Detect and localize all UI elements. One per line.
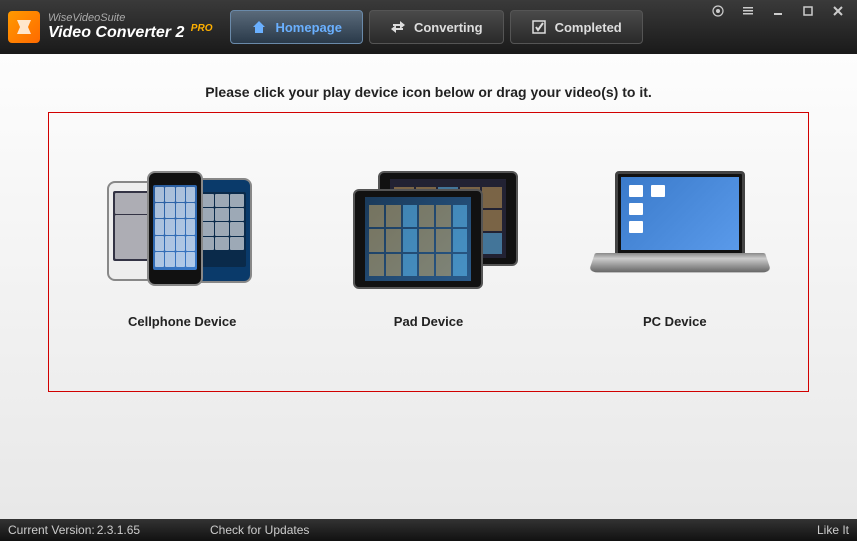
maximize-button[interactable] (795, 2, 821, 20)
device-cellphone-label: Cellphone Device (128, 314, 236, 329)
cellphone-icon (102, 166, 262, 296)
device-cellphone[interactable]: Cellphone Device (82, 166, 282, 329)
app-logo-block: WiseVideoSuite Video Converter 2 PRO (8, 11, 210, 43)
main-panel: Please click your play device icon below… (0, 54, 857, 519)
device-pc-label: PC Device (643, 314, 707, 329)
pad-icon (348, 166, 508, 296)
tab-converting[interactable]: Converting (369, 10, 504, 44)
device-pc[interactable]: PC Device (575, 166, 775, 329)
check-updates-link[interactable]: Check for Updates (210, 523, 309, 537)
tab-homepage[interactable]: Homepage (230, 10, 362, 44)
instruction-text: Please click your play device icon below… (48, 84, 809, 100)
status-version-label: Current Version: (8, 523, 95, 537)
window-controls (705, 2, 851, 20)
tab-homepage-label: Homepage (275, 20, 341, 35)
app-title: Video Converter 2 (48, 24, 184, 41)
device-drop-area[interactable]: Cellphone Device Pad Device (48, 112, 809, 392)
minimize-button[interactable] (765, 2, 791, 20)
device-pad[interactable]: Pad Device (328, 166, 528, 329)
pc-icon (595, 166, 755, 296)
convert-icon (390, 19, 406, 35)
tab-converting-label: Converting (414, 20, 483, 35)
menu-button[interactable] (735, 2, 761, 20)
nav-tabs: Homepage Converting Completed (230, 10, 642, 44)
app-logo-icon (8, 11, 40, 43)
home-icon (251, 19, 267, 35)
status-bar: Current Version: 2.3.1.65 Check for Upda… (0, 519, 857, 541)
title-bar: WiseVideoSuite Video Converter 2 PRO Hom… (0, 0, 857, 54)
like-it-link[interactable]: Like It (817, 523, 849, 537)
tab-completed-label: Completed (555, 20, 622, 35)
skin-button[interactable] (705, 2, 731, 20)
checkbox-icon (531, 19, 547, 35)
close-button[interactable] (825, 2, 851, 20)
app-badge: PRO (191, 23, 213, 34)
app-brand: WiseVideoSuite (48, 12, 210, 24)
device-pad-label: Pad Device (394, 314, 463, 329)
tab-completed[interactable]: Completed (510, 10, 643, 44)
status-version-value: 2.3.1.65 (97, 523, 140, 537)
